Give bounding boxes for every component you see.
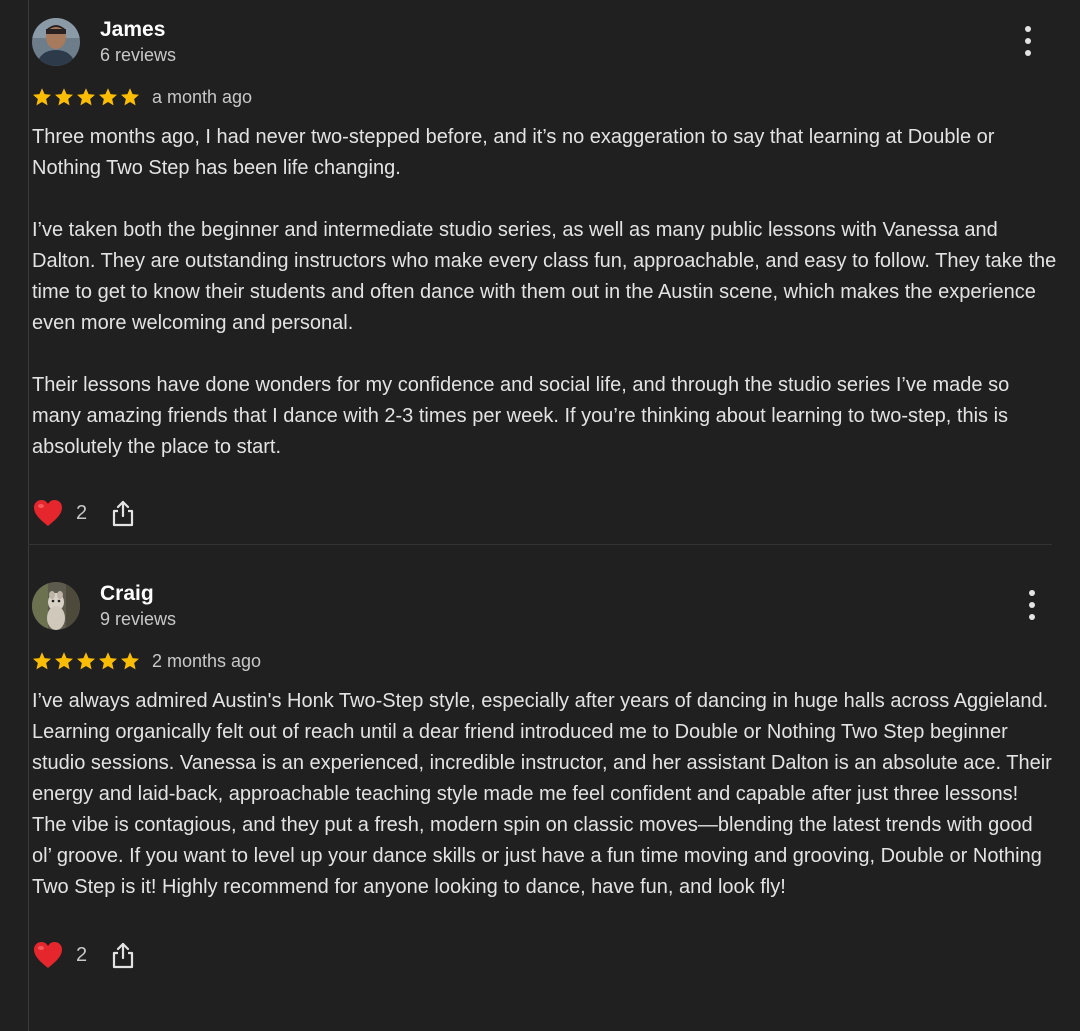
- review-text: Three months ago, I had never two-steppe…: [32, 122, 1057, 463]
- review-paragraph: I’ve taken both the beginner and interme…: [32, 219, 1057, 334]
- star-icon: [77, 88, 95, 106]
- more-options-icon[interactable]: [1020, 26, 1036, 56]
- review-actions: 2: [32, 495, 1062, 531]
- author-review-count: 6 reviews: [100, 45, 177, 65]
- star-rating: [32, 87, 140, 107]
- review-header: James 6 reviews: [32, 16, 1062, 68]
- rating-row: a month ago: [32, 84, 1062, 110]
- star-icon: [121, 88, 139, 106]
- heart-icon[interactable]: [32, 940, 64, 970]
- review-divider: [28, 544, 1052, 545]
- like-count: 2: [76, 943, 88, 966]
- star-icon: [121, 652, 139, 670]
- review-paragraph: Their lessons have done wonders for my c…: [32, 374, 1010, 458]
- star-icon: [99, 88, 117, 106]
- more-options-icon[interactable]: [1024, 590, 1040, 620]
- review-date: 2 months ago: [152, 650, 262, 671]
- review-card: Craig 9 reviews 2 months ago I’ve always…: [32, 580, 1062, 973]
- star-icon: [33, 88, 51, 106]
- review-date: a month ago: [152, 86, 253, 107]
- like-count: 2: [76, 501, 88, 524]
- rating-row: 2 months ago: [32, 648, 1062, 674]
- review-paragraph: I’ve always admired Austin's Honk Two-St…: [32, 690, 1052, 898]
- author-name[interactable]: James: [100, 18, 165, 42]
- star-icon: [33, 652, 51, 670]
- star-icon: [77, 652, 95, 670]
- share-icon[interactable]: [111, 941, 135, 969]
- left-border-line: [28, 0, 29, 1031]
- review-card: James 6 reviews a month ago Three months…: [32, 16, 1062, 531]
- heart-icon[interactable]: [32, 498, 64, 528]
- star-rating: [32, 651, 140, 671]
- review-text: I’ve always admired Austin's Honk Two-St…: [32, 686, 1057, 903]
- star-icon: [55, 652, 73, 670]
- star-icon: [99, 652, 117, 670]
- author-avatar[interactable]: [32, 18, 80, 66]
- author-name[interactable]: Craig: [100, 582, 154, 606]
- author-avatar[interactable]: [32, 582, 80, 630]
- author-review-count: 9 reviews: [100, 609, 177, 629]
- share-icon[interactable]: [111, 499, 135, 527]
- star-icon: [55, 88, 73, 106]
- review-paragraph: Three months ago, I had never two-steppe…: [32, 126, 995, 179]
- review-header: Craig 9 reviews: [32, 580, 1062, 632]
- review-actions: 2: [32, 937, 1062, 973]
